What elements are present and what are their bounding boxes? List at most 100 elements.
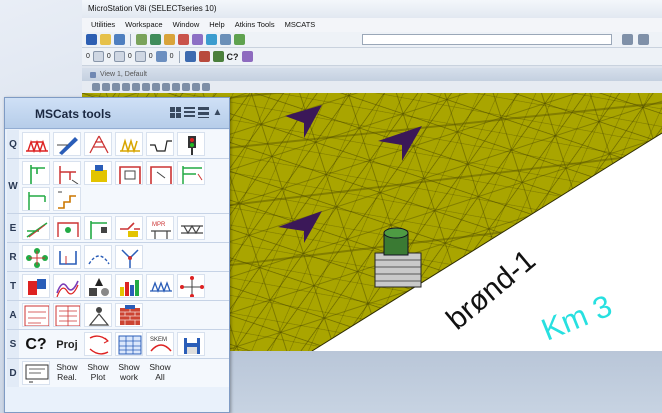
show-work-button[interactable]: Show work xyxy=(115,361,143,385)
yellow-truss-tool[interactable] xyxy=(115,132,143,156)
detail-view-icon[interactable] xyxy=(198,107,209,118)
tool-icon-b[interactable] xyxy=(638,34,649,45)
profile-section-tool[interactable] xyxy=(146,132,174,156)
show-plot-button[interactable]: Show Plot xyxy=(84,361,112,385)
update-view-icon[interactable] xyxy=(112,83,120,91)
pencil-draw-tool[interactable] xyxy=(53,132,81,156)
level-manager-icon[interactable] xyxy=(150,34,161,45)
curve-path-tool[interactable] xyxy=(84,245,112,269)
node-network-tool[interactable] xyxy=(177,274,205,298)
network-nodes-tool[interactable] xyxy=(22,245,50,269)
structure-beam-tool[interactable] xyxy=(177,216,205,240)
pole-bracket-tool[interactable] xyxy=(22,187,50,211)
menu-atkins-tools[interactable]: Atkins Tools xyxy=(230,18,280,32)
pan-view-icon[interactable] xyxy=(172,83,180,91)
mpr-tool[interactable]: MPR xyxy=(146,216,174,240)
collapse-icon[interactable]: ▲ xyxy=(212,107,223,118)
raster-icon[interactable] xyxy=(178,34,189,45)
signal-tool[interactable] xyxy=(177,132,205,156)
priority-value[interactable]: 0 xyxy=(170,53,174,60)
key-in-field[interactable] xyxy=(362,34,612,45)
transparency-icon[interactable] xyxy=(155,51,167,62)
sketch-tool[interactable]: SKEM xyxy=(146,332,174,356)
cross-section-tool[interactable] xyxy=(53,245,81,269)
rotate-view-icon[interactable] xyxy=(162,83,170,91)
palette-icon[interactable] xyxy=(241,51,253,62)
new-file-icon[interactable] xyxy=(86,34,97,45)
save-icon[interactable] xyxy=(114,34,125,45)
show-plot-line1: Show xyxy=(87,362,109,372)
menu-window[interactable]: Window xyxy=(168,18,205,32)
shapes-tool[interactable] xyxy=(84,274,112,298)
tool-icon-a[interactable] xyxy=(622,34,633,45)
menu-workspace[interactable]: Workspace xyxy=(120,18,167,32)
menu-mscats[interactable]: MSCATS xyxy=(280,18,321,32)
line-weight-icon[interactable] xyxy=(134,51,146,62)
project-button[interactable]: Proj xyxy=(53,332,81,356)
element-selection-icon[interactable] xyxy=(212,51,224,62)
settings-icon[interactable] xyxy=(192,34,203,45)
structure-shapes-tool[interactable] xyxy=(84,303,112,327)
list-view-icon[interactable] xyxy=(184,107,195,118)
save-export-tool[interactable] xyxy=(177,332,205,356)
row-tools xyxy=(19,272,229,300)
calc-sheet-tool[interactable] xyxy=(53,303,81,327)
display-style-icon[interactable] xyxy=(102,83,110,91)
swap-arrows-tool[interactable] xyxy=(84,332,112,356)
view-next-icon[interactable] xyxy=(192,83,200,91)
color-value[interactable]: 0 xyxy=(86,53,90,60)
feeder-tool[interactable] xyxy=(84,216,112,240)
foundation-tool[interactable] xyxy=(84,161,112,185)
mast-arm-tool[interactable] xyxy=(177,161,205,185)
level-value[interactable]: 0 xyxy=(107,53,111,60)
wave-track-tool[interactable] xyxy=(53,274,81,298)
bar-chart-tool[interactable] xyxy=(115,274,143,298)
delete-icon[interactable] xyxy=(198,51,210,62)
zoom-out-icon[interactable] xyxy=(132,83,140,91)
isolator-tool[interactable] xyxy=(115,216,143,240)
portal-frame-tool-2[interactable] xyxy=(146,161,174,185)
panel-header[interactable]: MSCats tools ▲ xyxy=(5,98,229,129)
bridge-truss-tool[interactable] xyxy=(22,132,50,156)
class-value[interactable]: 0 xyxy=(149,53,153,60)
measure-icon[interactable] xyxy=(220,34,231,45)
earth-line-tool[interactable] xyxy=(22,216,50,240)
stair-tool[interactable] xyxy=(53,187,81,211)
element-info-icon[interactable] xyxy=(234,34,245,45)
track-layout-tool[interactable] xyxy=(146,274,174,298)
portal-frame-tool[interactable] xyxy=(115,161,143,185)
fence-icon[interactable] xyxy=(184,51,196,62)
fit-view-icon[interactable] xyxy=(152,83,160,91)
references-icon[interactable] xyxy=(164,34,175,45)
zoom-in-icon[interactable] xyxy=(122,83,130,91)
cantilever-tool[interactable] xyxy=(53,161,81,185)
red-block-tool[interactable] xyxy=(22,274,50,298)
color-picker-icon[interactable] xyxy=(92,51,104,62)
model-icon[interactable] xyxy=(136,34,147,45)
help-command-label[interactable]: C? xyxy=(227,52,239,62)
line-style-icon[interactable] xyxy=(113,51,125,62)
clip-volume-icon[interactable] xyxy=(202,83,210,91)
open-folder-icon[interactable] xyxy=(100,34,111,45)
view-attributes-icon[interactable] xyxy=(92,83,100,91)
help-command-button[interactable]: C? xyxy=(22,332,50,356)
junction-tool[interactable] xyxy=(115,245,143,269)
display-settings-tool[interactable] xyxy=(22,361,50,385)
brick-wall-tool[interactable] xyxy=(115,303,143,327)
menu-utilities[interactable]: Utilities xyxy=(86,18,120,32)
menu-help[interactable]: Help xyxy=(204,18,229,32)
table-grid-tool[interactable] xyxy=(115,332,143,356)
catenary-mast-tool[interactable] xyxy=(22,161,50,185)
grid-view-icon[interactable] xyxy=(170,107,181,118)
view-previous-icon[interactable] xyxy=(182,83,190,91)
show-all-button[interactable]: Show All xyxy=(146,361,174,385)
frame-structure-tool[interactable] xyxy=(84,132,112,156)
bond-tool[interactable] xyxy=(53,216,81,240)
window-area-icon[interactable] xyxy=(142,83,150,91)
show-real-button[interactable]: Show Real. xyxy=(53,361,81,385)
info-icon[interactable] xyxy=(206,34,217,45)
panel-view-switcher: ▲ xyxy=(170,107,223,118)
weight-value[interactable]: 0 xyxy=(128,53,132,60)
formula-tool[interactable] xyxy=(22,303,50,327)
tool-rows: Q W E MPR R T A S C? Proj SKEM D Show Re… xyxy=(7,130,229,387)
